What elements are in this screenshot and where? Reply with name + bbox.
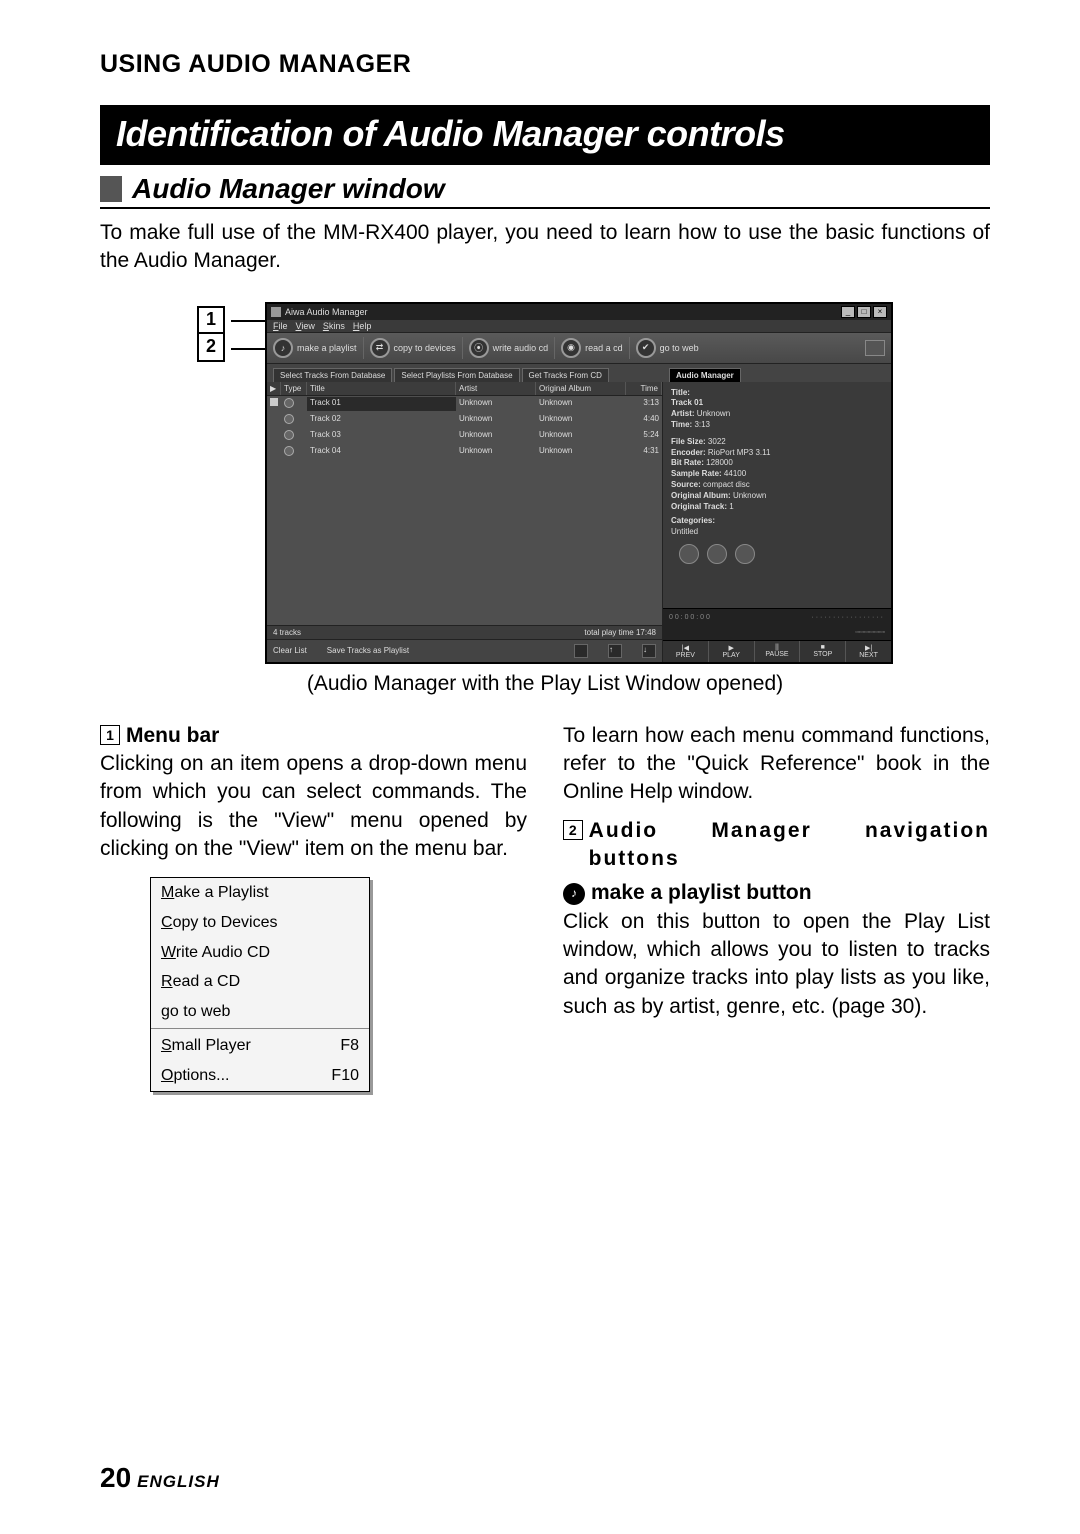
menu-read-cd[interactable]: Read a CD [151,967,369,997]
playlist-icon: ♪ [563,883,585,905]
make-playlist-subhead: make a playlist button [591,879,812,907]
col-time[interactable]: Time [626,382,662,395]
footer-language: ENGLISH [137,1472,220,1492]
section-header: USING AUDIO MANAGER [100,50,990,79]
pause-button[interactable]: ||PAUSE [755,641,801,662]
total-time: total play time 17:48 [584,628,656,637]
info-icon-2[interactable] [707,544,727,564]
volume-dots: ▫▫▫▫▫▫▫▫▫▫▫▫ [855,629,885,636]
toolbar-copy-devices[interactable]: ⇄copy to devices [370,338,456,358]
view-dropdown-menu: Make a Playlist Copy to Devices Write Au… [150,877,370,1091]
stop-button[interactable]: ■STOP [800,641,846,662]
page-title-bar: Identification of Audio Manager controls [100,105,990,165]
disc-icon [284,414,294,424]
callout-2: 2 [197,334,225,362]
subsection-bar: Audio Manager window [100,173,990,209]
intro-paragraph: To make full use of the MM-RX400 player,… [100,219,990,276]
app-toolbar: ♪make a playlist ⇄copy to devices ⦿write… [267,332,891,364]
tab-select-playlists[interactable]: Select Playlists From Database [394,368,519,382]
item-number-1: 1 [100,725,120,745]
screenshot-caption: (Audio Manager with the Play List Window… [100,672,990,696]
callout-numbers: 1 2 [197,302,231,664]
table-row[interactable]: Track 04 Unknown Unknown 4:31 [267,444,662,460]
window-title: Aiwa Audio Manager [285,307,368,317]
play-button[interactable]: ▶PLAY [709,641,755,662]
info-icon-3[interactable] [735,544,755,564]
app-icon [271,307,281,317]
toolbar-go-web[interactable]: ✔go to web [636,338,699,358]
disc-icon [284,430,294,440]
quick-reference-note: To learn how each menu command functions… [563,722,990,807]
track-count: 4 tracks [273,628,301,637]
tab-select-tracks[interactable]: Select Tracks From Database [273,368,392,382]
minimize-icon[interactable]: _ [841,306,855,318]
menu-options[interactable]: Options...F10 [151,1061,369,1091]
tracklist-panel: ▶ Type Title Artist Original Album Time … [267,382,663,662]
menu-copy-devices[interactable]: Copy to Devices [151,908,369,938]
menu-skins[interactable]: Skins [323,321,345,331]
info-panel: Title: Track 01 Artist: Unknown Time: 3:… [663,382,891,662]
maximize-icon[interactable]: □ [857,306,871,318]
col-type[interactable]: Type [281,382,307,395]
toolbar-read-cd[interactable]: ◉read a cd [561,338,623,358]
window-titlebar: Aiwa Audio Manager _ □ × [267,304,891,320]
callout-lines [231,302,265,664]
page-number: 20 [100,1462,131,1494]
page-footer: 20 ENGLISH [100,1462,220,1494]
save-playlist-button[interactable]: Save Tracks as Playlist [327,646,409,655]
menu-go-web[interactable]: go to web [151,997,369,1027]
menu-file[interactable]: File [273,321,288,331]
action-icon-2[interactable]: ↑ [608,644,622,658]
disc-icon [284,446,294,456]
item-title-nav-buttons: Audio Manager navigation buttons [589,817,990,874]
col-play[interactable]: ▶ [267,382,281,395]
make-playlist-description: Click on this button to open the Play Li… [563,908,990,1021]
col-title[interactable]: Title [307,382,456,395]
col-artist[interactable]: Artist [456,382,536,395]
table-row[interactable]: Track 01 Unknown Unknown 3:13 [267,396,662,412]
menu-make-playlist[interactable]: Make a Playlist [151,878,369,908]
menu-small-player[interactable]: Small PlayerF8 [151,1031,369,1061]
menu-write-cd[interactable]: Write Audio CD [151,938,369,968]
action-icon-3[interactable]: ↓ [642,644,656,658]
next-button[interactable]: ▶|NEXT [846,641,891,662]
toolbar-extra-icon[interactable] [865,340,885,356]
col-album[interactable]: Original Album [536,382,626,395]
subsection-title: Audio Manager window [132,173,445,205]
menu-help[interactable]: Help [353,321,372,331]
disc-icon [284,398,294,408]
menubar-description: Clicking on an item opens a drop-down me… [100,750,527,863]
tab-get-tracks-cd[interactable]: Get Tracks From CD [522,368,609,382]
item-number-2: 2 [563,820,583,840]
close-icon[interactable]: × [873,306,887,318]
clear-list-button[interactable]: Clear List [273,646,307,655]
menu-view[interactable]: View [296,321,315,331]
table-row[interactable]: Track 03 Unknown Unknown 5:24 [267,428,662,444]
progress-dots: ················· [811,614,885,621]
callout-1: 1 [197,306,225,334]
action-icon-1[interactable] [574,644,588,658]
table-row[interactable]: Track 02 Unknown Unknown 4:40 [267,412,662,428]
time-display: 0 0 : 0 0 : 0 0 [669,614,710,621]
app-menubar: File View Skins Help [267,320,891,332]
subsection-marker [100,176,122,202]
stop-icon [270,398,278,406]
app-screenshot: Aiwa Audio Manager _ □ × File View Skins… [265,302,893,664]
toolbar-make-playlist[interactable]: ♪make a playlist [273,338,357,358]
tab-audio-manager[interactable]: Audio Manager [669,368,741,382]
info-icon-1[interactable] [679,544,699,564]
prev-button[interactable]: |◀PREV [663,641,709,662]
item-title-menubar: Menu bar [126,722,219,750]
toolbar-write-cd[interactable]: ⦿write audio cd [469,338,549,358]
